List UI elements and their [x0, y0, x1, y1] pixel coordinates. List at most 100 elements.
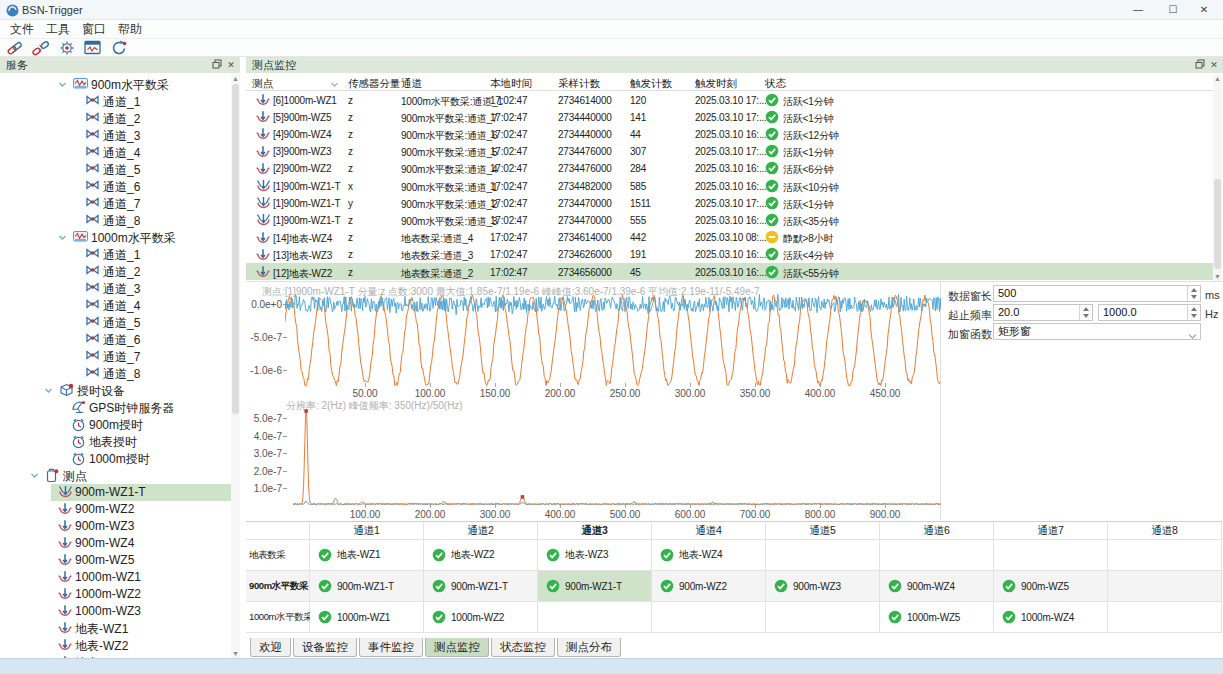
tree-item-GPS时钟服务器[interactable]: GPS时钟服务器 [0, 399, 231, 416]
grid-cell-1000m水平数采-5[interactable] [766, 602, 880, 633]
window-fn-select[interactable]: 矩形窗 [993, 323, 1201, 340]
table-row-11[interactable]: [12]地表-WZ2z地表数采:通道_217:02:47273465600045… [246, 263, 1213, 280]
table-row-9[interactable]: [14]地表-WZ4z地表数采:通道_417:02:47273461400044… [246, 229, 1213, 246]
maximize-button[interactable]: ☐ [1158, 2, 1188, 18]
grid-cell-900m水平数采-7[interactable]: 900m-WZ5 [994, 571, 1108, 602]
spin-down-icon[interactable] [1191, 314, 1197, 318]
monitor-window-icon[interactable] [84, 40, 101, 56]
grid-cell-地表数采-2[interactable]: 地表-WZ2 [424, 540, 538, 571]
tree-item-1000m-WZ3[interactable]: 1000m-WZ3 [0, 603, 231, 620]
menu-item-1[interactable]: 文件 [4, 20, 40, 39]
tree-item-通道_5[interactable]: 通道_5 [0, 314, 231, 331]
tab-事件监控[interactable]: 事件监控 [359, 638, 423, 657]
menu-item-3[interactable]: 窗口 [76, 20, 112, 39]
tree-item-1000m-WZ1[interactable]: 1000m-WZ1 [0, 569, 231, 586]
tree-item-通道_8[interactable]: 通道_8 [0, 212, 231, 229]
grid-cell-地表数采-5[interactable] [766, 540, 880, 571]
refresh-icon[interactable] [110, 40, 127, 56]
tree-item-通道_1[interactable]: 通道_1 [0, 93, 231, 110]
tree-item-900m-WZ5[interactable]: 900m-WZ5 [0, 552, 231, 569]
chevron-down-icon[interactable] [57, 79, 68, 90]
tree-item-授时设备[interactable]: 授时设备 [0, 382, 231, 399]
tree-item-通道_7[interactable]: 通道_7 [0, 195, 231, 212]
table-row-1[interactable]: [6]1000m-WZ1z1000m水平数采:通道_117:02:4727346… [246, 91, 1213, 108]
scroll-up-icon[interactable]: ▲ [232, 75, 239, 82]
column-header-3[interactable]: 通道 [401, 77, 422, 91]
grid-cell-1000m水平数采-6[interactable]: 1000m-WZ5 [880, 602, 994, 633]
tree-item-地表授时[interactable]: 地表授时 [0, 433, 231, 450]
grid-cell-地表数采-1[interactable]: 地表-WZ1 [310, 540, 424, 571]
column-header-4[interactable]: 本地时间 [490, 77, 532, 91]
tab-状态监控[interactable]: 状态监控 [491, 638, 555, 657]
chevron-down-icon[interactable] [57, 232, 68, 243]
table-row-6[interactable]: [1]900m-WZ1-Tx900m水平数采:通道_117:02:4727344… [246, 177, 1213, 194]
grid-cell-900m水平数采-8[interactable] [1108, 571, 1222, 602]
window-length-input[interactable]: 500 [993, 285, 1201, 302]
close-panel-icon[interactable]: ✕ [1208, 59, 1220, 71]
tree-item-900m-WZ4[interactable]: 900m-WZ4 [0, 535, 231, 552]
table-row-10[interactable]: [13]地表-WZ3z地表数采:通道_317:02:47273462600019… [246, 246, 1213, 263]
tree-item-通道_7[interactable]: 通道_7 [0, 348, 231, 365]
tab-测点监控[interactable]: 测点监控 [425, 638, 489, 657]
tree-item-900m-WZ1-T[interactable]: 900m-WZ1-T [0, 484, 231, 501]
grid-cell-900m水平数采-4[interactable]: 900m-WZ2 [652, 571, 766, 602]
freq-from-input[interactable]: 20.0 [993, 304, 1093, 321]
tree-item-通道_5[interactable]: 通道_5 [0, 161, 231, 178]
tab-设备监控[interactable]: 设备监控 [293, 638, 357, 657]
tree-item-地表-WZ1[interactable]: 地表-WZ1 [0, 620, 231, 637]
grid-cell-地表数采-8[interactable] [1108, 540, 1222, 571]
chevron-down-icon[interactable] [29, 470, 40, 481]
table-row-7[interactable]: [1]900m-WZ1-Ty900m水平数采:通道_217:02:4727344… [246, 194, 1213, 211]
menu-item-2[interactable]: 工具 [40, 20, 76, 39]
float-panel-icon[interactable] [211, 59, 223, 71]
tree-item-通道_1[interactable]: 通道_1 [0, 246, 231, 263]
chart-area[interactable]: 测点:[1]900m-WZ1-T 分量:z 点数:3000 最大值:1.85e-… [246, 281, 941, 520]
tree-scrollbar[interactable]: ▲ ▼ [231, 74, 240, 658]
grid-cell-1000m水平数采-8[interactable] [1108, 602, 1222, 633]
tree-item-地表-WZ2[interactable]: 地表-WZ2 [0, 637, 231, 654]
grid-cell-900m水平数采-1[interactable]: 900m-WZ1-T [310, 571, 424, 602]
spin-up-icon[interactable] [1083, 307, 1089, 311]
table-row-2[interactable]: [5]900m-WZ5z900m水平数采:通道_717:02:472734440… [246, 108, 1213, 125]
waveform-plot[interactable] [285, 294, 941, 386]
column-header-6[interactable]: 触发计数 [630, 77, 672, 91]
table-row-4[interactable]: [3]900m-WZ3z900m水平数采:通道_517:02:472734476… [246, 143, 1213, 160]
freq-to-input[interactable]: 1000.0 [1098, 304, 1201, 321]
grid-cell-地表数采-3[interactable]: 地表-WZ3 [538, 540, 652, 571]
spin-down-icon[interactable] [1191, 295, 1197, 299]
tree-item-通道_6[interactable]: 通道_6 [0, 178, 231, 195]
spinner[interactable] [1187, 286, 1200, 301]
grid-cell-1000m水平数采-4[interactable] [652, 602, 766, 633]
close-button[interactable]: ✕ [1189, 2, 1219, 18]
tab-欢迎[interactable]: 欢迎 [250, 638, 291, 657]
grid-cell-900m水平数采-3[interactable]: 900m-WZ1-T [538, 571, 652, 602]
tree-item-通道_3[interactable]: 通道_3 [0, 127, 231, 144]
spinner[interactable] [1187, 305, 1200, 320]
column-header-8[interactable]: 状态 [765, 77, 786, 91]
spin-up-icon[interactable] [1191, 307, 1197, 311]
sort-indicator-icon[interactable] [330, 78, 339, 92]
disconnect-icon[interactable] [32, 40, 49, 56]
scrollbar-thumb[interactable] [232, 84, 239, 414]
tree-item-测点[interactable]: 测点 [0, 467, 231, 484]
close-panel-icon[interactable]: ✕ [225, 59, 237, 71]
grid-cell-1000m水平数采-2[interactable]: 1000m-WZ2 [424, 602, 538, 633]
tree-item-通道_4[interactable]: 通道_4 [0, 297, 231, 314]
table-row-3[interactable]: [4]900m-WZ4z900m水平数采:通道_617:02:472734440… [246, 125, 1213, 142]
grid-cell-1000m水平数采-7[interactable]: 1000m-WZ4 [994, 602, 1108, 633]
float-panel-icon[interactable] [1194, 59, 1206, 71]
tree-item-900m水平数采[interactable]: 900m水平数采 [0, 76, 231, 93]
spin-up-icon[interactable] [1191, 288, 1197, 292]
column-header-1[interactable]: 测点 [252, 77, 273, 91]
column-header-2[interactable]: 传感器分量 [348, 77, 401, 91]
table-row-8[interactable]: [1]900m-WZ1-Tz900m水平数采:通道_317:02:4727344… [246, 211, 1213, 228]
tree-item-900m授时[interactable]: 900m授时 [0, 416, 231, 433]
tree-item-900m-WZ3[interactable]: 900m-WZ3 [0, 518, 231, 535]
grid-cell-地表数采-4[interactable]: 地表-WZ4 [652, 540, 766, 571]
grid-cell-900m水平数采-6[interactable]: 900m-WZ4 [880, 571, 994, 602]
column-header-7[interactable]: 触发时刻 [695, 77, 737, 91]
tree-item-通道_2[interactable]: 通道_2 [0, 263, 231, 280]
settings-icon[interactable] [58, 40, 75, 56]
tree-item-900m-WZ2[interactable]: 900m-WZ2 [0, 501, 231, 518]
grid-cell-900m水平数采-2[interactable]: 900m-WZ1-T [424, 571, 538, 602]
